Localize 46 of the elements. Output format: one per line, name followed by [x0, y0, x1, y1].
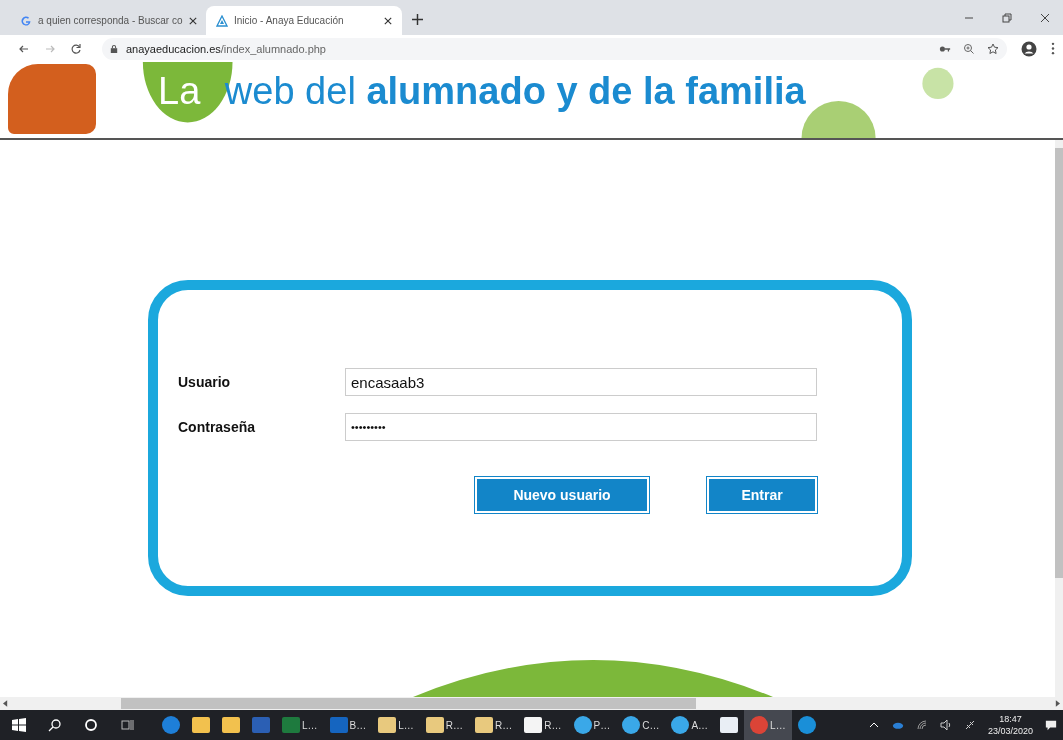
taskbar-app[interactable]: L… — [744, 710, 792, 740]
close-tab-icon[interactable] — [384, 16, 392, 25]
browser-tab[interactable]: a quien corresponda - Buscar co — [10, 6, 206, 35]
taskbar-app[interactable]: L… — [372, 710, 420, 740]
password-field[interactable]: ••••••••• — [345, 413, 817, 441]
reload-icon[interactable] — [70, 42, 82, 55]
lock-icon — [110, 43, 118, 54]
menu-icon[interactable] — [1051, 42, 1055, 55]
close-tab-icon[interactable] — [188, 16, 197, 25]
login-button[interactable]: Entrar — [707, 477, 817, 513]
wifi-icon[interactable] — [915, 719, 928, 731]
task-view-icon[interactable] — [120, 718, 134, 732]
header-title: La web del alumnado y de la familia — [158, 70, 806, 113]
new-tab-icon[interactable] — [412, 14, 423, 25]
taskbar-clock[interactable]: 18:47 23/03/2020 — [987, 713, 1033, 737]
browser-tab[interactable]: Inicio - Anaya Educación — [206, 6, 402, 35]
google-g-icon — [20, 14, 32, 27]
taskbar-app[interactable]: B… — [323, 710, 373, 740]
taskbar-app[interactable]: R… — [518, 710, 568, 740]
taskbar-app[interactable]: A… — [665, 710, 715, 740]
taskbar-app[interactable]: P… — [567, 710, 617, 740]
circle-icon[interactable] — [84, 718, 98, 732]
new-user-button[interactable]: Nuevo usuario — [475, 477, 649, 513]
taskbar-app[interactable]: R… — [419, 710, 470, 740]
taskbar-app[interactable]: L… — [276, 710, 324, 740]
windows-start-icon[interactable] — [12, 718, 26, 732]
scroll-right-icon[interactable] — [1055, 700, 1060, 707]
star-icon[interactable] — [987, 42, 999, 55]
notification-icon[interactable] — [1045, 719, 1057, 731]
field-label: Usuario — [178, 374, 232, 390]
account-icon[interactable] — [1021, 40, 1037, 57]
taskbar-app[interactable]: R… — [469, 710, 519, 740]
restore-icon[interactable] — [1001, 11, 1013, 24]
vertical-scrollbar[interactable] — [1055, 140, 1063, 697]
close-icon[interactable] — [1039, 11, 1051, 24]
username-field[interactable]: encasaab3 — [345, 368, 817, 396]
address-field[interactable]: anayaeducacion.es/index_alumnado.php — [102, 37, 1007, 60]
horizontal-scrollbar[interactable] — [0, 697, 1063, 710]
zoom-icon[interactable] — [963, 42, 975, 55]
taskbar-app[interactable]: C… — [616, 710, 666, 740]
speaker-icon[interactable] — [939, 719, 952, 731]
scroll-left-icon[interactable] — [3, 700, 8, 707]
triangle-logo-icon — [216, 14, 228, 27]
field-label: Contraseña — [178, 419, 257, 435]
search-icon[interactable] — [48, 718, 62, 732]
network-icon[interactable] — [963, 719, 976, 731]
